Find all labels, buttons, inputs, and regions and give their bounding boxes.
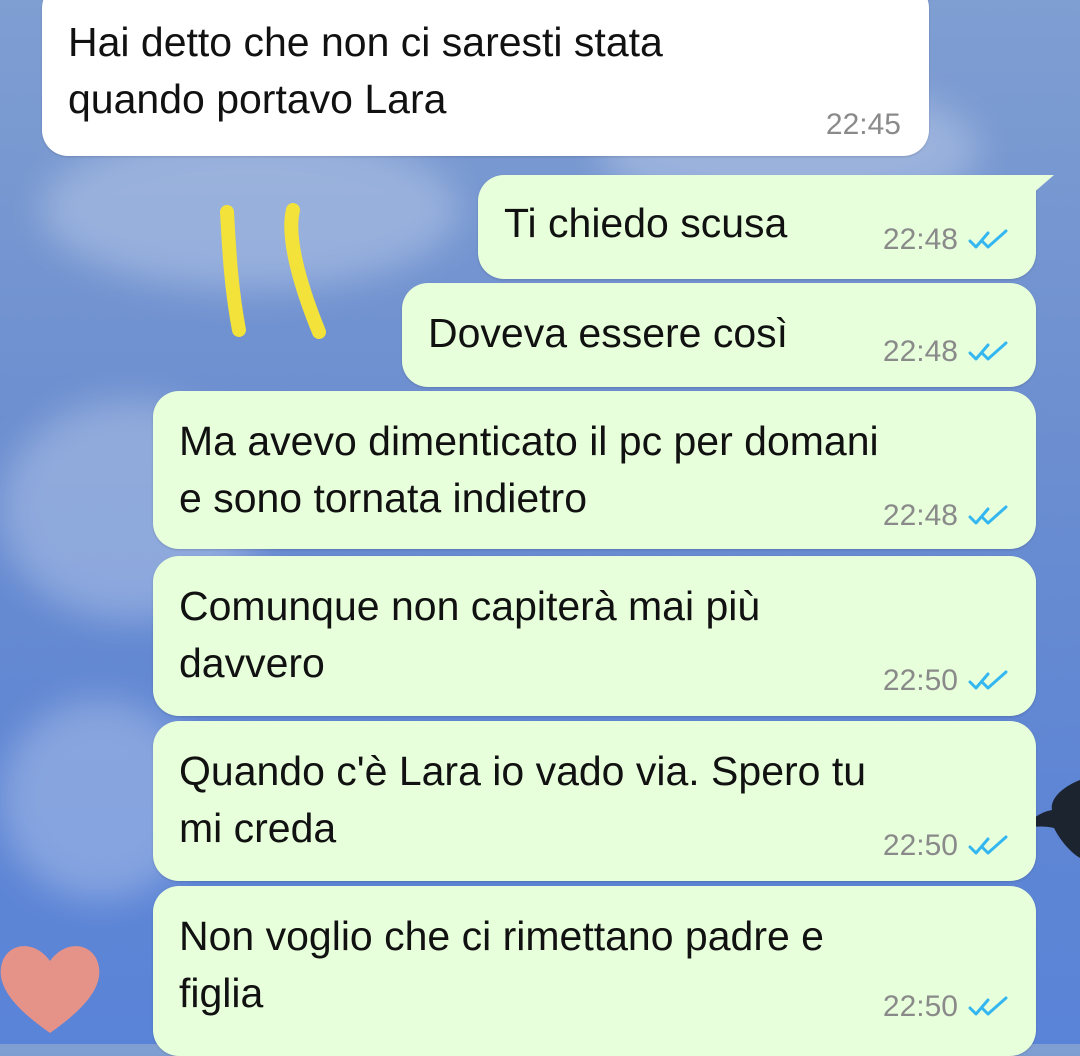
message-time: 22:50 [882,829,958,862]
message-time: 22:50 [882,664,958,697]
message-bubble-outgoing[interactable]: Quando c'è Lara io vado via. Spero tu mi… [153,721,1036,881]
message-time: 22:50 [882,990,958,1023]
yellow-doodle-marks [220,203,326,339]
message-time: 22:45 [825,108,901,141]
read-double-check-icon [968,341,1008,361]
message-meta: 22:50 [883,829,1010,863]
read-double-check-icon [968,835,1008,855]
message-bubble-incoming[interactable]: Hai detto che non ci saresti stata quand… [42,0,929,156]
message-bubble-outgoing[interactable]: Ti chiedo scusa 22:48 [478,175,1054,279]
message-time: 22:48 [882,223,958,256]
message-text: Hai detto che non ci saresti stata quand… [68,19,663,122]
read-double-check-icon [968,505,1008,525]
read-double-check-icon [968,996,1008,1016]
message-bubble-outgoing[interactable]: Non voglio che ci rimettano padre e figl… [153,886,1036,1056]
message-meta: 22:48 [883,499,1010,533]
bubble-tail-icon [1024,175,1054,201]
heart-sticker-icon [0,946,100,1033]
message-bubble-outgoing[interactable]: Comunque non capiterà mai più davvero 22… [153,556,1036,716]
read-double-check-icon [968,670,1008,690]
message-time: 22:48 [882,499,958,532]
message-bubble-outgoing[interactable]: Doveva essere così 22:48 [402,283,1036,387]
message-meta: 22:50 [883,990,1010,1024]
message-bubble-outgoing[interactable]: Ma avevo dimenticato il pc per domani e … [153,391,1036,549]
message-meta: 22:50 [883,664,1010,698]
message-meta: 22:48 [883,223,1010,257]
message-time: 22:48 [882,335,958,368]
message-meta: 22:45 [826,108,901,142]
message-meta: 22:48 [883,335,1010,369]
read-double-check-icon [968,229,1008,249]
